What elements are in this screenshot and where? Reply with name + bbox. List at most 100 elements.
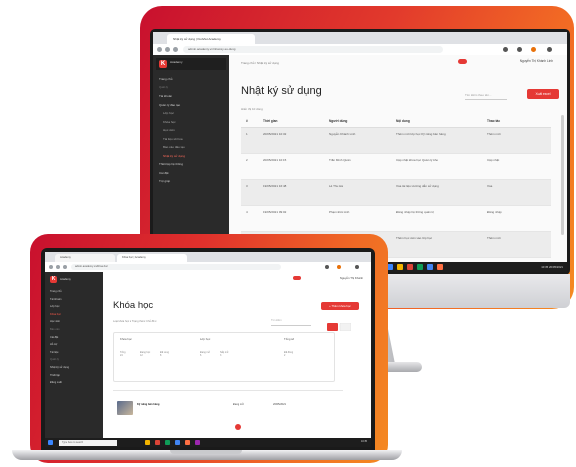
forward-icon[interactable] — [165, 47, 170, 52]
chrome-icon[interactable] — [407, 264, 413, 270]
sidebar-item[interactable]: Trang chủ — [45, 288, 103, 296]
excel-icon[interactable] — [417, 264, 423, 270]
forward-icon[interactable] — [56, 265, 60, 269]
column-header[interactable]: Người dùng — [329, 119, 347, 123]
main-content: Trang chủ / Nhật ký sử dụng Nguyễn Thị K… — [229, 55, 567, 262]
notification-badge[interactable] — [293, 276, 301, 280]
logo-icon: K — [50, 276, 57, 283]
sidebar-item[interactable]: Tài liệu — [45, 349, 103, 357]
breadcrumb: Trang chủ / Nhật ký sử dụng — [241, 61, 279, 65]
sidebar-item[interactable]: Hỗ trợ — [45, 341, 103, 349]
app-icon[interactable] — [185, 439, 190, 445]
url-field[interactable]: admin.academy.vn/nhat-ky-su-dung — [183, 46, 443, 53]
back-icon[interactable] — [157, 47, 162, 52]
browser-tab[interactable]: Nhật ký sử dụng | KiotViet Academy — [167, 34, 255, 44]
extension-icon[interactable] — [503, 47, 508, 52]
app-icon[interactable] — [195, 439, 200, 445]
explorer-icon[interactable] — [145, 439, 150, 445]
brand-name: Academy — [170, 60, 183, 64]
reload-icon[interactable] — [173, 47, 178, 52]
sidebar-item[interactable]: Trang chủ — [153, 75, 229, 84]
column-header[interactable]: Thời gian — [263, 119, 277, 123]
sidebar-item[interactable]: Lớp học — [153, 109, 229, 118]
table-row[interactable]: 3 19/05/2021 16:48 Lê Thu Hà Xóa tài liệu H… — [241, 180, 551, 206]
view-toggle[interactable] — [327, 318, 352, 332]
browser-tab-active[interactable]: Khóa học | Academy — [117, 254, 187, 262]
stat-item: Sắp mở 3 — [220, 351, 229, 357]
sidebar-item[interactable]: Trợ giúp — [153, 177, 229, 186]
sidebar-item[interactable]: Khóa học — [153, 118, 229, 127]
word-icon[interactable] — [175, 439, 180, 445]
browser-tabbar: Academy Khóa học | Academy — [45, 252, 371, 262]
profile-icon[interactable] — [531, 47, 536, 52]
course-name[interactable]: Kỹ năng bán hàng — [137, 403, 159, 406]
explorer-icon[interactable] — [397, 264, 403, 270]
sidebar-item[interactable]: Học viên — [45, 318, 103, 326]
extension-icon[interactable] — [325, 265, 329, 269]
table-row[interactable]: 4 19/05/2021 09:02 Phạm Đức Anh Đăng nhập h… — [241, 206, 551, 232]
url-field[interactable]: admin.academy.vn/khoa-hoc — [71, 264, 281, 270]
filter-input[interactable]: Tìm kiếm theo tên... — [465, 91, 507, 100]
floating-action-dot[interactable] — [235, 424, 241, 430]
profile-icon[interactable] — [337, 265, 341, 269]
sidebar-item[interactable]: Báo cáo đào tạo — [153, 143, 229, 152]
column-header[interactable]: Nội dung — [396, 119, 481, 123]
sidebar-item[interactable]: Tài liệu số hóa — [153, 135, 229, 144]
table-cell: Thêm mới — [487, 236, 501, 240]
sidebar-item[interactable]: Đăng xuất — [45, 379, 103, 387]
course-date: 20/05/2021 — [273, 403, 286, 406]
sidebar-item[interactable]: Nhật ký sử dụng — [45, 364, 103, 372]
windows-taskbar: 10:35 20/05/2021 — [383, 262, 567, 272]
sidebar-item[interactable]: Quản lý — [45, 356, 103, 364]
sidebar-item[interactable]: Lớp học — [45, 303, 103, 311]
table-cell: Cập nhật — [487, 158, 500, 162]
sidebar-item[interactable]: Thiết lập hệ thống — [153, 160, 229, 169]
section-label: Lớp học — [200, 337, 211, 341]
add-course-button[interactable]: + Thêm khóa học — [321, 302, 359, 310]
sidebar-item[interactable]: Quản lý đào tạo — [153, 101, 229, 110]
logo-icon: K — [159, 60, 167, 68]
sidebar-item[interactable]: Cài đặt — [45, 334, 103, 342]
filter-bar[interactable]: Loại khóa học ▾ Trạng thái ▾ Chủ đề ▾ — [113, 320, 157, 323]
page-title: Khóa học — [113, 300, 154, 311]
laptop-screen: Academy Khóa học | Academy admin.academy… — [45, 252, 371, 447]
word-icon[interactable] — [427, 264, 433, 270]
main-content: Nguyễn Thị Khánh Khóa học + Thêm khóa họ… — [103, 272, 371, 438]
sidebar-item[interactable]: Học viên — [153, 126, 229, 135]
scrollbar[interactable] — [561, 115, 564, 235]
column-header[interactable]: Thao tác — [487, 119, 500, 123]
browser-tab[interactable]: Academy — [55, 254, 115, 262]
table-cell: Thêm mới lớp học Kỹ năng bán hàng — [396, 132, 446, 136]
table-cell: Đăng nhập hệ thống quản trị — [396, 210, 435, 214]
sidebar-item[interactable]: Thiết lập — [45, 372, 103, 380]
start-icon[interactable] — [48, 439, 53, 445]
sidebar-item[interactable]: Tài khoản — [45, 296, 103, 304]
course-row[interactable]: Kỹ năng bán hàng Đang mở 20/05/2021 — [113, 390, 343, 425]
sidebar-item[interactable]: Nhật ký sử dụng — [153, 152, 229, 161]
table-row[interactable]: 1 20/05/2021 10:32 Nguyễn Khánh Linh Thêm m… — [241, 128, 551, 154]
excel-icon[interactable] — [165, 439, 170, 445]
notification-badge[interactable] — [458, 59, 467, 64]
sidebar-item[interactable]: Quản lý — [153, 84, 229, 93]
menu-icon[interactable] — [355, 265, 359, 269]
page-size-select[interactable]: Hiển thị 10 dòng — [241, 107, 263, 111]
page-title: Nhật ký sử dụng — [241, 85, 322, 97]
reload-icon[interactable] — [63, 265, 67, 269]
table-cell: Nguyễn Khánh Linh — [329, 132, 356, 136]
grid-list-icon[interactable] — [327, 322, 352, 332]
sidebar-item[interactable]: Khóa học — [45, 311, 103, 319]
chrome-icon[interactable] — [155, 439, 160, 445]
sidebar-item[interactable]: Báo cáo — [45, 326, 103, 334]
menu-icon[interactable] — [547, 47, 552, 52]
export-button[interactable]: Xuất excel — [527, 89, 559, 99]
sidebar-item[interactable]: Tài khoản — [153, 92, 229, 101]
taskbar-search[interactable]: Type here to search — [59, 439, 117, 446]
sidebar-item[interactable]: Cài đặt — [153, 169, 229, 178]
search-input[interactable]: Tìm kiếm — [271, 319, 311, 326]
user-menu[interactable]: Nguyễn Thị Khánh — [340, 276, 363, 280]
table-row[interactable]: 2 20/05/2021 10:15 Trần Minh Quân Cập nhật … — [241, 154, 551, 180]
user-menu[interactable]: Nguyễn Thị Khánh Linh — [520, 59, 553, 63]
back-icon[interactable] — [49, 265, 53, 269]
app-icon[interactable] — [437, 264, 443, 270]
bookmark-icon[interactable] — [517, 47, 522, 52]
